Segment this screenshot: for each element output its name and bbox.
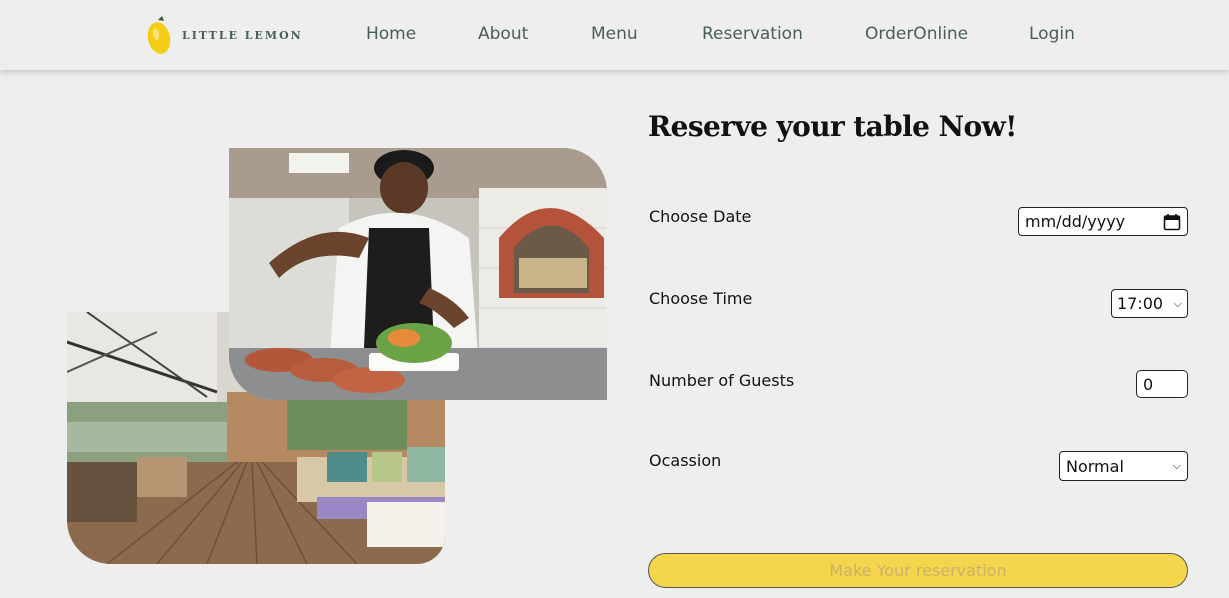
nav-menu[interactable]: Menu bbox=[591, 24, 638, 44]
guests-label: Number of Guests bbox=[649, 371, 795, 390]
guests-input-value: 0 bbox=[1143, 374, 1154, 394]
time-label: Choose Time bbox=[649, 289, 753, 308]
nav-order-online[interactable]: OrderOnline bbox=[865, 24, 968, 44]
date-input-value: mm/dd/yyyy bbox=[1025, 212, 1126, 231]
lemon-logo-icon bbox=[147, 16, 171, 54]
nav-about[interactable]: About bbox=[478, 24, 528, 44]
time-select[interactable]: 17:00 ⌵ bbox=[1111, 289, 1188, 318]
chef-plating-photo bbox=[229, 148, 607, 400]
occasion-label: Ocassion bbox=[649, 451, 722, 470]
nav-home[interactable]: Home bbox=[366, 24, 416, 44]
occasion-select[interactable]: Normal ⌵ bbox=[1059, 451, 1188, 481]
nav-reservation[interactable]: Reservation bbox=[702, 24, 803, 44]
occasion-select-value: Normal bbox=[1066, 456, 1124, 476]
navbar: LITTLE LEMON Home About Menu Reservation… bbox=[0, 0, 1229, 70]
date-input[interactable]: mm/dd/yyyy bbox=[1018, 207, 1188, 236]
guests-input[interactable]: 0 bbox=[1136, 370, 1188, 398]
brand-name: LITTLE LEMON bbox=[182, 28, 303, 42]
brand-logo[interactable]: LITTLE LEMON bbox=[146, 14, 303, 56]
calendar-icon[interactable] bbox=[1163, 213, 1181, 231]
chevron-down-icon: ⌵ bbox=[1173, 296, 1182, 310]
page-title: Reserve your table Now! bbox=[648, 110, 1017, 143]
time-select-value: 17:00 bbox=[1117, 294, 1164, 313]
nav-login[interactable]: Login bbox=[1029, 24, 1075, 44]
chevron-down-icon: ⌵ bbox=[1172, 459, 1181, 472]
date-label: Choose Date bbox=[649, 207, 752, 226]
make-reservation-button[interactable]: Make Your reservation bbox=[648, 553, 1188, 588]
